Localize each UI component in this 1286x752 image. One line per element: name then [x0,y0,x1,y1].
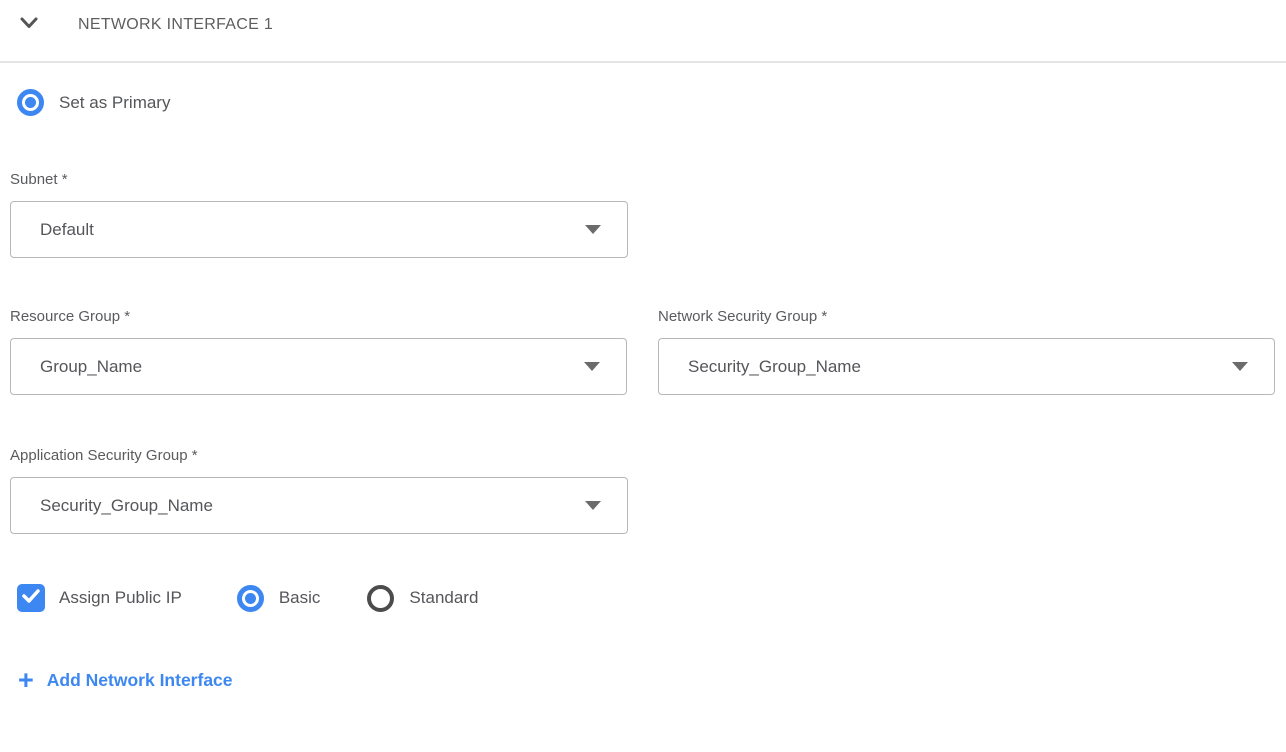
network-security-group-dropdown[interactable]: Security_Group_Name [658,338,1275,395]
resource-group-field-group: Resource Group * Group_Name [10,308,627,395]
subnet-value: Default [40,220,585,240]
application-security-group-dropdown[interactable]: Security_Group_Name [10,477,628,534]
add-network-interface-label: Add Network Interface [47,670,233,691]
assign-public-ip-checkbox[interactable] [17,584,45,612]
application-security-group-field-group: Application Security Group * Security_Gr… [10,447,1275,534]
dropdown-caret-icon [585,225,601,234]
plus-icon: + [18,668,34,692]
checkmark-icon [21,588,41,609]
chevron-down-icon [20,17,38,32]
section-title: NETWORK INTERFACE 1 [78,16,273,34]
application-security-group-value: Security_Group_Name [40,496,585,516]
network-interface-panel: NETWORK INTERFACE 1 Set as Primary Subne… [0,0,1286,752]
assign-public-ip-label: Assign Public IP [59,588,182,608]
standard-label: Standard [409,588,478,608]
basic-label: Basic [279,588,321,608]
basic-radio[interactable] [237,585,264,612]
collapse-section-button[interactable] [20,18,38,32]
radio-dot [245,593,256,604]
subnet-field-group: Subnet * Default [10,171,1275,258]
dropdown-caret-icon [585,501,601,510]
add-network-interface-link[interactable]: + Add Network Interface [18,668,1275,692]
basic-option: Basic [237,585,321,612]
set-as-primary-radio[interactable] [17,89,44,116]
standard-radio[interactable] [367,585,394,612]
network-security-group-label: Network Security Group * [658,308,1275,325]
subnet-label: Subnet * [10,171,1275,188]
set-as-primary-label: Set as Primary [59,93,170,113]
application-security-group-label: Application Security Group * [10,447,1275,464]
dropdown-caret-icon [1232,362,1248,371]
standard-option: Standard [367,585,478,612]
radio-dot [25,97,36,108]
set-as-primary-option: Set as Primary [17,89,1275,116]
section-content: Set as Primary Subnet * Default Resource… [0,89,1286,692]
resource-group-value: Group_Name [40,357,584,377]
section-header: NETWORK INTERFACE 1 [0,0,1286,36]
subnet-dropdown[interactable]: Default [10,201,628,258]
group-row: Resource Group * Group_Name Network Secu… [10,308,1275,395]
resource-group-dropdown[interactable]: Group_Name [10,338,627,395]
network-security-group-field-group: Network Security Group * Security_Group_… [658,308,1275,395]
section-divider [0,61,1286,63]
network-security-group-value: Security_Group_Name [688,357,1232,377]
resource-group-label: Resource Group * [10,308,627,325]
public-ip-row: Assign Public IP Basic Standard [17,584,1275,612]
dropdown-caret-icon [584,362,600,371]
